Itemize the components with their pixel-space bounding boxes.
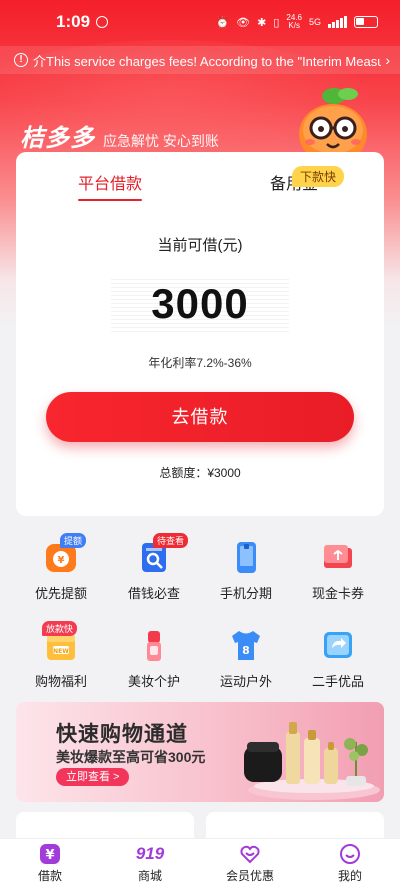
fast-loan-badge: 下款快	[292, 166, 345, 187]
network-type: 5G	[308, 17, 321, 27]
nav-label: 商城	[137, 869, 162, 883]
service-priority-increase[interactable]: ¥ 提额 优先提额	[17, 533, 105, 602]
info-icon: !	[14, 53, 28, 67]
grid-badge: 提额	[60, 533, 87, 548]
notice-bar[interactable]: ! 介This service charges fees! According …	[0, 46, 400, 74]
brand-header: 桔多多 应急解忧 安心到账	[20, 118, 219, 153]
yen-icon: ¥	[0, 843, 100, 865]
grid-badge: 放款快	[42, 621, 78, 636]
loan-tabs: 平台借款 备用金 下款快	[16, 166, 384, 204]
chevron-right-icon[interactable]: ›	[385, 52, 390, 68]
service-beauty-care[interactable]: 美妆个护	[110, 628, 198, 690]
service-shopping-benefits[interactable]: NEW 放款快 购物福利	[17, 621, 105, 690]
grid-badge: 待查看	[153, 533, 189, 548]
available-label: 当前可借(元)	[157, 237, 243, 254]
money-bag-icon: ¥ 提额	[44, 533, 87, 574]
heart-gift-icon	[200, 843, 300, 865]
phone-icon	[229, 540, 263, 574]
service-label: 购物福利	[34, 674, 87, 689]
nav-member[interactable]: 会员优惠	[200, 843, 300, 884]
net-speed: 24.6 K/s	[286, 13, 302, 30]
service-label: 二手优品	[311, 674, 364, 689]
status-bar: 1:09 ⏰ 👁 ✱ ▯ 24.6 K/s 5G	[0, 0, 400, 44]
alarm-icon: ⏰	[215, 16, 230, 29]
service-sports-outdoor[interactable]: 8 运动户外	[202, 628, 290, 690]
available-amount: 3000	[151, 280, 249, 327]
shopping-new-icon: NEW 放款快	[42, 621, 78, 662]
cosmetics-illustration	[244, 722, 380, 800]
bluetooth-icon: ✱	[257, 16, 267, 29]
jersey-icon: 8	[229, 628, 263, 662]
notice-text: 介This service charges fees! According to…	[33, 53, 382, 69]
svg-text:¥: ¥	[58, 555, 65, 566]
banner-subtitle: 美妆爆款至高可省300元	[56, 749, 206, 765]
919-mall-icon: 919	[135, 844, 165, 863]
borrow-button[interactable]: 去借款	[46, 392, 354, 442]
svg-text:NEW: NEW	[53, 648, 69, 655]
service-phone-installment[interactable]: 手机分期	[202, 540, 290, 602]
service-label: 现金卡券	[311, 586, 364, 601]
svg-text:¥: ¥	[45, 848, 54, 863]
bottom-nav: ¥ 借款 919 商城 会员优惠 我的	[0, 838, 400, 888]
signal-icon	[328, 16, 347, 28]
nav-label: 借款	[37, 869, 62, 883]
battery-icon	[354, 16, 378, 28]
refresh-arrow-icon	[321, 628, 355, 662]
lipstick-icon	[137, 628, 171, 662]
service-label: 美妆个护	[127, 674, 180, 689]
nav-label: 会员优惠	[225, 869, 274, 883]
nav-mall[interactable]: 919 商城	[100, 843, 200, 884]
service-label: 运动户外	[219, 674, 272, 689]
service-second-hand[interactable]: 二手优品	[294, 628, 382, 690]
loan-card: 平台借款 备用金 下款快 当前可借(元) 3000 年化利率7.2%-36% 去…	[16, 152, 384, 516]
gift-card-icon	[321, 540, 355, 574]
smile-icon	[300, 843, 400, 865]
notification-icon	[96, 16, 109, 28]
tab-platform-loan[interactable]: 平台借款	[78, 170, 143, 201]
annual-rate: 年化利率7.2%-36%	[148, 356, 252, 370]
banner-view-button[interactable]: 立即查看 >	[56, 768, 130, 786]
vibrate-icon: ▯	[273, 16, 280, 29]
shopping-banner[interactable]: 快速购物通道 美妆爆款至高可省300元 立即查看 >	[16, 702, 384, 802]
nav-label: 我的	[337, 869, 362, 883]
service-label: 手机分期	[219, 586, 272, 601]
brand-logo: 桔多多	[20, 125, 95, 152]
brand-slogan: 应急解忧 安心到账	[103, 133, 219, 149]
svg-text:8: 8	[242, 644, 250, 657]
nav-loan[interactable]: ¥ 借款	[0, 843, 100, 884]
eye-icon: 👁	[236, 16, 251, 29]
banner-title: 快速购物通道	[56, 723, 188, 746]
search-doc-icon: 待查看	[137, 533, 189, 574]
total-quota: 总额度：¥3000	[159, 466, 241, 480]
service-label: 借钱必查	[127, 586, 180, 601]
service-grid: ¥ 提额 优先提额 待查看 借钱必查 手机分期 现金卡券 NEW 放款快 购物福…	[0, 533, 400, 696]
status-time: 1:09	[56, 12, 91, 31]
service-loan-check[interactable]: 待查看 借钱必查	[110, 533, 198, 602]
service-label: 优先提额	[34, 586, 87, 601]
nav-mine[interactable]: 我的	[300, 843, 400, 884]
service-cash-coupon[interactable]: 现金卡券	[294, 540, 382, 602]
